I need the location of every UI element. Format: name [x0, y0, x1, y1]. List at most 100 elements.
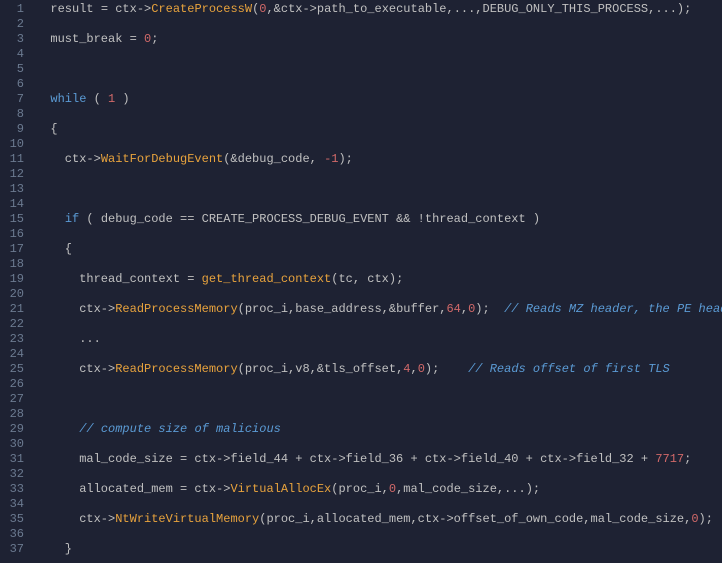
token-punct: {	[36, 122, 58, 136]
token-op: ->	[137, 2, 151, 16]
token-ident: (proc_i,base_address,&buffer,	[238, 302, 447, 316]
token-ident: (proc_i,	[331, 482, 389, 496]
code-line[interactable]	[36, 62, 722, 77]
token-num: 0	[389, 482, 396, 496]
line-number: 7	[4, 92, 24, 107]
token-kw: if	[65, 212, 79, 226]
token-ident: result	[36, 2, 101, 16]
token-fn: NtWriteVirtualMemory	[115, 512, 259, 526]
line-number: 17	[4, 242, 24, 257]
code-area[interactable]: result = ctx->CreateProcessW(0,&ctx->pat…	[32, 0, 722, 563]
token-punct: );	[338, 152, 352, 166]
token-ident: mal_code_size = ctx->field_44 + ctx->fie…	[36, 452, 655, 466]
code-line[interactable]: ctx->ReadProcessMemory(proc_i,v8,&tls_of…	[36, 362, 722, 377]
token-ident: must_break =	[36, 32, 144, 46]
token-num: 0	[691, 512, 698, 526]
line-number: 10	[4, 137, 24, 152]
token-ident	[36, 212, 65, 226]
line-number: 28	[4, 407, 24, 422]
token-ident: thread_context =	[36, 272, 202, 286]
token-ident: ( debug_code == CREATE_PROCESS_DEBUG_EVE…	[79, 212, 540, 226]
code-line[interactable]: ctx->NtWriteVirtualMemory(proc_i,allocat…	[36, 512, 722, 527]
token-ident: ctx->	[36, 152, 101, 166]
line-number: 15	[4, 212, 24, 227]
line-number: 9	[4, 122, 24, 137]
token-ident: ctx->	[36, 512, 115, 526]
line-number: 3	[4, 32, 24, 47]
code-line[interactable]: ...	[36, 332, 722, 347]
code-line[interactable]: ctx->ReadProcessMemory(proc_i,base_addre…	[36, 302, 722, 317]
code-line[interactable]: thread_context = get_thread_context(tc, …	[36, 272, 722, 287]
line-number: 12	[4, 167, 24, 182]
token-punct: ;	[151, 32, 158, 46]
line-number: 1	[4, 2, 24, 17]
token-fn: get_thread_context	[202, 272, 332, 286]
token-punct: {	[36, 242, 72, 256]
code-line[interactable]: }	[36, 542, 722, 557]
line-number: 22	[4, 317, 24, 332]
line-number: 5	[4, 62, 24, 77]
code-line[interactable]: if ( debug_code == CREATE_PROCESS_DEBUG_…	[36, 212, 722, 227]
token-fn: ReadProcessMemory	[115, 302, 237, 316]
code-line[interactable]: // compute size of malicious	[36, 422, 722, 437]
line-number: 14	[4, 197, 24, 212]
line-number: 34	[4, 497, 24, 512]
token-ident: (proc_i,allocated_mem,ctx->offset_of_own…	[259, 512, 691, 526]
code-line[interactable]: {	[36, 242, 722, 257]
code-line[interactable]: mal_code_size = ctx->field_44 + ctx->fie…	[36, 452, 722, 467]
token-fn: ReadProcessMemory	[115, 362, 237, 376]
code-line[interactable]: must_break = 0;	[36, 32, 722, 47]
line-number: 2	[4, 17, 24, 32]
line-number: 11	[4, 152, 24, 167]
token-punct: );	[425, 362, 468, 376]
token-ident: allocated_mem = ctx->	[36, 482, 230, 496]
code-line[interactable]	[36, 182, 722, 197]
code-editor: 1234567891011121314151617181920212223242…	[0, 0, 722, 563]
token-ident	[36, 92, 50, 106]
line-number: 27	[4, 392, 24, 407]
token-num: 7717	[655, 452, 684, 466]
token-kw: while	[50, 92, 86, 106]
line-number: 26	[4, 377, 24, 392]
token-punct: );	[475, 302, 504, 316]
line-number: 24	[4, 347, 24, 362]
line-number: 33	[4, 482, 24, 497]
code-line[interactable]: result = ctx->CreateProcessW(0,&ctx->pat…	[36, 2, 722, 17]
token-op: =	[101, 2, 115, 16]
token-cmt: // compute size of malicious	[79, 422, 281, 436]
line-number: 8	[4, 107, 24, 122]
line-number: 16	[4, 227, 24, 242]
token-ident: ...	[36, 332, 101, 346]
token-fn: CreateProcessW	[151, 2, 252, 16]
line-number: 18	[4, 257, 24, 272]
token-ident: (&debug_code,	[223, 152, 324, 166]
token-fn: WaitForDebugEvent	[101, 152, 223, 166]
line-number: 6	[4, 77, 24, 92]
line-number-gutter: 1234567891011121314151617181920212223242…	[0, 0, 32, 563]
code-line[interactable]: allocated_mem = ctx->VirtualAllocEx(proc…	[36, 482, 722, 497]
token-fn: VirtualAllocEx	[230, 482, 331, 496]
line-number: 32	[4, 467, 24, 482]
token-ident: ctx	[115, 2, 137, 16]
line-number: 4	[4, 47, 24, 62]
line-number: 35	[4, 512, 24, 527]
line-number: 37	[4, 542, 24, 557]
line-number: 29	[4, 422, 24, 437]
token-punct: ;	[684, 452, 691, 466]
line-number: 36	[4, 527, 24, 542]
line-number: 31	[4, 452, 24, 467]
token-num: -1	[324, 152, 338, 166]
line-number: 21	[4, 302, 24, 317]
code-line[interactable]: while ( 1 )	[36, 92, 722, 107]
token-ident: ,mal_code_size,...);	[396, 482, 540, 496]
token-punct: )	[115, 92, 129, 106]
code-line[interactable]: {	[36, 122, 722, 137]
token-punct: (	[86, 92, 108, 106]
code-line[interactable]: ctx->WaitForDebugEvent(&debug_code, -1);	[36, 152, 722, 167]
line-number: 13	[4, 182, 24, 197]
token-num: 64	[446, 302, 460, 316]
token-num: 0	[418, 362, 425, 376]
code-line[interactable]	[36, 392, 722, 407]
token-punct: );	[699, 512, 713, 526]
line-number: 20	[4, 287, 24, 302]
